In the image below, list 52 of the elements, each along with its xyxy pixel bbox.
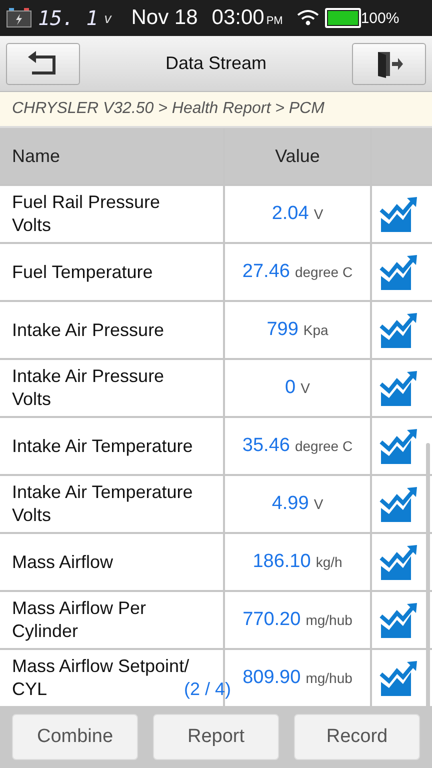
parameter-name: Intake Air Temperature Volts — [0, 476, 223, 532]
wifi-icon — [296, 10, 319, 26]
battery-percent: 100% — [360, 10, 400, 26]
trend-chart-icon[interactable] — [379, 660, 419, 696]
parameter-name: Mass Airflow — [0, 534, 223, 590]
parameter-value: 0 — [285, 377, 296, 399]
trend-chart-icon[interactable] — [379, 196, 419, 232]
battery-icon — [324, 8, 361, 28]
parameter-name: Intake Air Pressure Volts — [0, 360, 223, 416]
status-meridiem: PM — [266, 15, 283, 27]
voltage-reading: 15. 1 — [38, 6, 98, 30]
parameter-unit: degree C — [294, 264, 353, 280]
trend-chart-icon[interactable] — [379, 428, 419, 464]
parameter-name: Intake Air Pressure — [0, 302, 223, 358]
parameter-unit: V — [314, 206, 324, 222]
parameter-value: 27.46 — [242, 261, 290, 283]
status-date: Nov 18 — [131, 6, 198, 30]
parameter-value: 186.10 — [252, 551, 311, 573]
action-button[interactable]: Report — [153, 714, 279, 760]
parameter-name: Intake Air Temperature — [0, 418, 223, 474]
trend-chart-icon[interactable] — [379, 370, 419, 406]
parameter-value: 2.04 — [272, 203, 309, 225]
action-button[interactable]: Record — [294, 714, 420, 760]
parameter-value: 35.46 — [242, 435, 290, 457]
parameter-value: 770.20 — [242, 609, 301, 631]
trend-chart-icon[interactable] — [379, 486, 419, 522]
trend-chart-icon[interactable] — [379, 254, 419, 290]
status-time: 03:00 — [212, 6, 264, 30]
voltage-unit: v — [104, 10, 112, 26]
parameter-value: 809.90 — [242, 667, 301, 689]
screen-title: Data Stream — [165, 53, 267, 74]
parameter-unit: mg/hub — [306, 670, 352, 686]
parameter-unit: kg/h — [316, 554, 342, 570]
page-indicator: (2 / 4) — [184, 679, 232, 700]
trend-chart-icon[interactable] — [379, 312, 419, 348]
breadcrumb: CHRYSLER V32.50 > Health Report > PCM — [12, 100, 324, 118]
parameter-name: Fuel Temperature — [0, 244, 223, 300]
trend-chart-icon[interactable] — [379, 602, 419, 638]
trend-chart-icon[interactable] — [379, 544, 419, 580]
back-button[interactable] — [6, 42, 80, 84]
parameter-value: 4.99 — [272, 493, 309, 515]
parameter-unit: V — [300, 380, 310, 396]
action-button[interactable]: Combine — [12, 714, 138, 760]
parameter-name: Fuel Rail Pressure Volts — [0, 186, 223, 242]
parameter-unit: V — [314, 496, 324, 512]
parameter-value: 799 — [266, 319, 298, 341]
exit-button[interactable] — [352, 42, 426, 84]
parameter-unit: mg/hub — [306, 612, 352, 628]
car-battery-icon — [6, 8, 32, 28]
parameter-unit: degree C — [294, 438, 353, 454]
parameter-unit: Kpa — [303, 322, 328, 338]
parameter-name: Mass Airflow Per Cylinder — [0, 592, 223, 648]
